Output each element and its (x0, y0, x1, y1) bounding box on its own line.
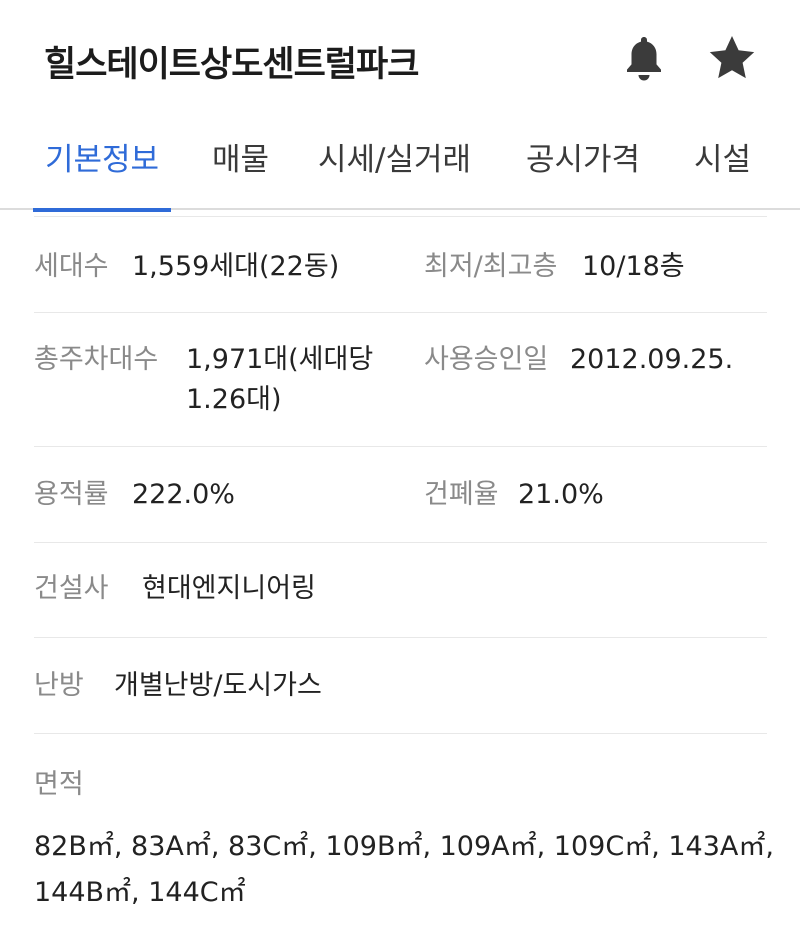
area-label: 면적 (34, 769, 84, 800)
notification-button[interactable] (618, 32, 670, 84)
header: 힐스테이트상도센트럴파크 (0, 0, 800, 120)
floor-area-ratio-label: 용적률 (34, 479, 109, 510)
builder-label: 건설사 (34, 573, 109, 604)
star-icon (709, 36, 755, 79)
tab-basic-info[interactable]: 기본정보 (32, 134, 172, 212)
tab-price-transactions[interactable]: 시세/실거래 (318, 134, 471, 210)
info-row: 난방 개별난방/도시가스 (34, 638, 767, 734)
area-value: 82B㎡, 83A㎡, 83C㎡, 109B㎡, 109A㎡, 109C㎡, 1… (34, 831, 774, 908)
info-row: 총주차대수 1,971대(세대당 1.26대) 사용승인일 2012.09.25… (34, 313, 767, 447)
basic-info-list: 세대수 1,559세대(22동) 최저/최고층 10/18층 총주차대수 1,9… (34, 216, 767, 734)
approval-label: 사용승인일 (424, 344, 549, 375)
parking-label: 총주차대수 (34, 344, 159, 375)
info-row: 용적률 222.0% 건폐율 21.0% (34, 447, 767, 543)
floor-area-ratio-value: 222.0% (132, 479, 235, 510)
info-row: 세대수 1,559세대(22동) 최저/최고층 10/18층 (34, 216, 767, 313)
builder-value: 현대엔지니어링 (142, 573, 316, 604)
building-coverage-label: 건폐율 (424, 479, 499, 510)
info-row: 건설사 현대엔지니어링 (34, 543, 767, 638)
tab-listings[interactable]: 매물 (212, 134, 269, 210)
bell-icon (627, 37, 661, 81)
floors-value: 10/18층 (582, 251, 685, 282)
favorite-button[interactable] (706, 32, 758, 84)
tab-facilities[interactable]: 시설 (694, 134, 751, 210)
building-coverage-value: 21.0% (518, 479, 604, 510)
floors-label: 최저/최고층 (424, 251, 558, 282)
page-title: 힐스테이트상도센트럴파크 (44, 45, 419, 85)
households-value: 1,559세대(22동) (132, 251, 340, 282)
approval-value: 2012.09.25. (570, 344, 734, 375)
parking-value: 1,971대(세대당 1.26대) (186, 344, 374, 415)
tab-bar: 기본정보 매물 시세/실거래 공시가격 시설 (0, 120, 800, 212)
tab-official-price[interactable]: 공시가격 (526, 134, 640, 210)
households-label: 세대수 (34, 251, 109, 282)
heating-value: 개별난방/도시가스 (114, 670, 322, 701)
heating-label: 난방 (34, 670, 84, 701)
